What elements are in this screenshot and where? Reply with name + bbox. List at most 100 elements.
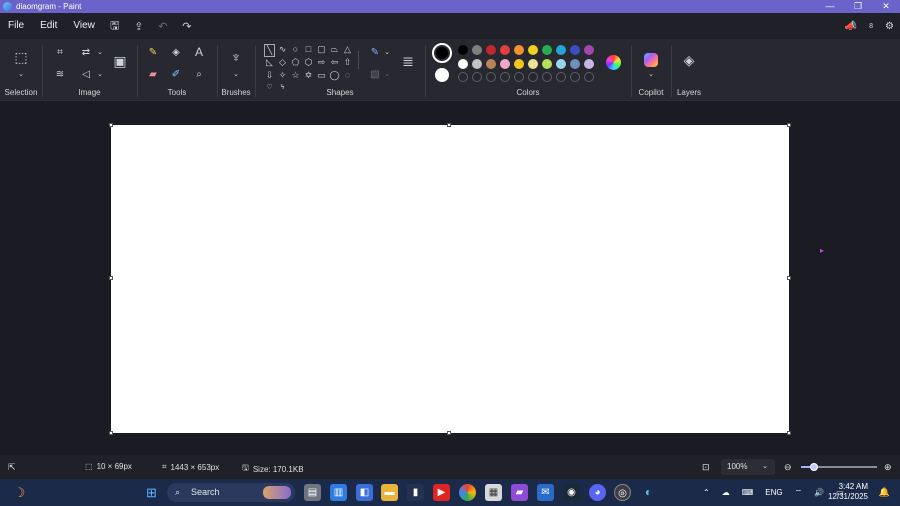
wifi-icon[interactable]: ⌔ [795, 488, 803, 498]
custom-color-slot[interactable] [584, 72, 594, 82]
custom-color-slot[interactable] [556, 72, 566, 82]
resize-handle[interactable] [447, 431, 451, 435]
chevron-down-icon[interactable]: ⌄ [380, 69, 394, 81]
color-swatch[interactable] [584, 59, 594, 69]
keyboard-icon[interactable]: ⌨ [742, 488, 754, 497]
stroke-size-icon[interactable]: ≣ [398, 54, 418, 68]
text-icon[interactable]: A [192, 46, 206, 58]
resize-handle[interactable] [109, 431, 113, 435]
zoom-slider-thumb[interactable] [810, 463, 818, 471]
color-swatch[interactable] [556, 45, 566, 55]
resize-handle[interactable] [109, 123, 113, 127]
primary-color-button[interactable] [432, 43, 452, 63]
steam-icon[interactable]: ◉ [563, 484, 580, 501]
color-swatch[interactable] [500, 59, 510, 69]
chevron-up-icon[interactable]: ⌃ [703, 488, 710, 497]
zoom-out-icon[interactable]: ⊖ [784, 462, 792, 473]
file-explorer-icon[interactable]: ▬ [381, 484, 398, 501]
resize-icon[interactable]: ⇄ [79, 47, 93, 59]
color-swatch[interactable] [584, 45, 594, 55]
color-swatch[interactable] [472, 59, 482, 69]
arrow-left-shape-icon[interactable]: ⇦ [329, 57, 340, 68]
pencil-icon[interactable]: ✎ [146, 47, 160, 59]
color-swatch[interactable] [458, 45, 468, 55]
resize-handle[interactable] [109, 276, 113, 280]
callout-rect-shape-icon[interactable]: ▭ [316, 70, 327, 81]
obs-icon[interactable]: ◎ [614, 484, 631, 501]
feedback-icon[interactable]: 📣 [845, 21, 857, 32]
custom-color-slot[interactable] [458, 72, 468, 82]
right-triangle-shape-icon[interactable]: ◺ [264, 57, 275, 68]
custom-color-slot[interactable] [486, 72, 496, 82]
color-swatch[interactable] [570, 45, 580, 55]
rectangle-shape-icon[interactable]: □ [303, 44, 314, 55]
resize-handle[interactable] [787, 431, 791, 435]
diamond-shape-icon[interactable]: ◇ [277, 57, 288, 68]
arrow-right-shape-icon[interactable]: ⇨ [316, 57, 327, 68]
save-icon[interactable]: 🖫 [103, 17, 127, 36]
rotate-icon[interactable]: ◁ [79, 69, 93, 81]
close-button[interactable]: ✕ [872, 0, 900, 13]
color-swatch[interactable] [514, 45, 524, 55]
language-indicator[interactable]: ENG [765, 488, 782, 497]
curve-shape-icon[interactable]: ∿ [277, 44, 288, 55]
custom-color-slot[interactable] [542, 72, 552, 82]
store-icon[interactable]: ▦ [485, 484, 502, 501]
flip-icon[interactable]: ≋ [53, 69, 67, 81]
redo-icon[interactable]: ↷ [175, 20, 199, 33]
polygon-shape-icon[interactable]: ⏢ [329, 44, 340, 55]
discord-icon[interactable]: ◕ [589, 484, 606, 501]
crop-icon[interactable]: ⌗ [53, 47, 67, 59]
task-view-icon[interactable]: ▤ [304, 484, 321, 501]
minimize-button[interactable]: — [816, 0, 844, 13]
notepad-icon[interactable]: ▥ [330, 484, 347, 501]
resize-handle[interactable] [787, 123, 791, 127]
custom-color-slot[interactable] [514, 72, 524, 82]
drawing-canvas[interactable] [111, 125, 789, 433]
weather-widget-icon[interactable]: ☽ [11, 484, 28, 501]
rounded-rect-shape-icon[interactable]: ▢ [316, 44, 327, 55]
oval-shape-icon[interactable]: ○ [290, 44, 301, 55]
zoom-in-icon[interactable]: ⊕ [884, 462, 892, 473]
account-icon[interactable]: 8 [869, 23, 873, 30]
resize-handle[interactable] [787, 276, 791, 280]
snipping-icon[interactable]: ◧ [356, 484, 373, 501]
menu-view[interactable]: View [65, 13, 103, 39]
color-swatch[interactable] [542, 45, 552, 55]
copilot-icon[interactable] [644, 53, 658, 67]
outlook-icon[interactable]: ✉ [537, 484, 554, 501]
chevron-down-icon[interactable]: ⌄ [93, 69, 107, 81]
color-swatch[interactable] [486, 59, 496, 69]
pentagon-shape-icon[interactable]: ⬠ [290, 57, 301, 68]
color-swatch[interactable] [542, 59, 552, 69]
callout-oval-shape-icon[interactable]: ◯ [329, 70, 340, 81]
chevron-down-icon[interactable]: ⌄ [380, 47, 394, 59]
color-swatch[interactable] [528, 45, 538, 55]
fill-bucket-icon[interactable]: ◈ [169, 47, 183, 59]
magnifier-icon[interactable]: ⌕ [192, 69, 206, 81]
color-swatch[interactable] [472, 45, 482, 55]
arrow-down-shape-icon[interactable]: ⇩ [264, 70, 275, 81]
undo-icon[interactable]: ↶ [151, 20, 175, 33]
onedrive-cloud-icon[interactable]: ☁ [722, 488, 730, 497]
paint-taskbar-icon[interactable]: ◐ [640, 484, 657, 501]
color-swatch[interactable] [500, 45, 510, 55]
color-swatch[interactable] [514, 59, 524, 69]
terminal-icon[interactable]: ▮ [407, 484, 424, 501]
color-picker-icon[interactable]: ✐ [169, 69, 183, 81]
image-remove-bg-icon[interactable]: ▣ [110, 54, 130, 68]
color-swatch[interactable] [528, 59, 538, 69]
line-shape-icon[interactable]: ╲ [264, 44, 275, 57]
restore-button[interactable]: ❐ [844, 0, 872, 13]
edit-colors-icon[interactable] [606, 55, 621, 70]
custom-color-slot[interactable] [472, 72, 482, 82]
eraser-icon[interactable]: ▰ [146, 69, 160, 81]
chevron-down-icon[interactable]: ⌄ [229, 69, 243, 81]
custom-color-slot[interactable] [570, 72, 580, 82]
settings-gear-icon[interactable]: ⚙ [885, 21, 894, 32]
color-swatch[interactable] [458, 59, 468, 69]
menu-edit[interactable]: Edit [32, 13, 65, 39]
layers-icon[interactable]: ◈ [679, 53, 699, 67]
custom-color-slot[interactable] [500, 72, 510, 82]
clipchamp-icon[interactable]: ▰ [511, 484, 528, 501]
